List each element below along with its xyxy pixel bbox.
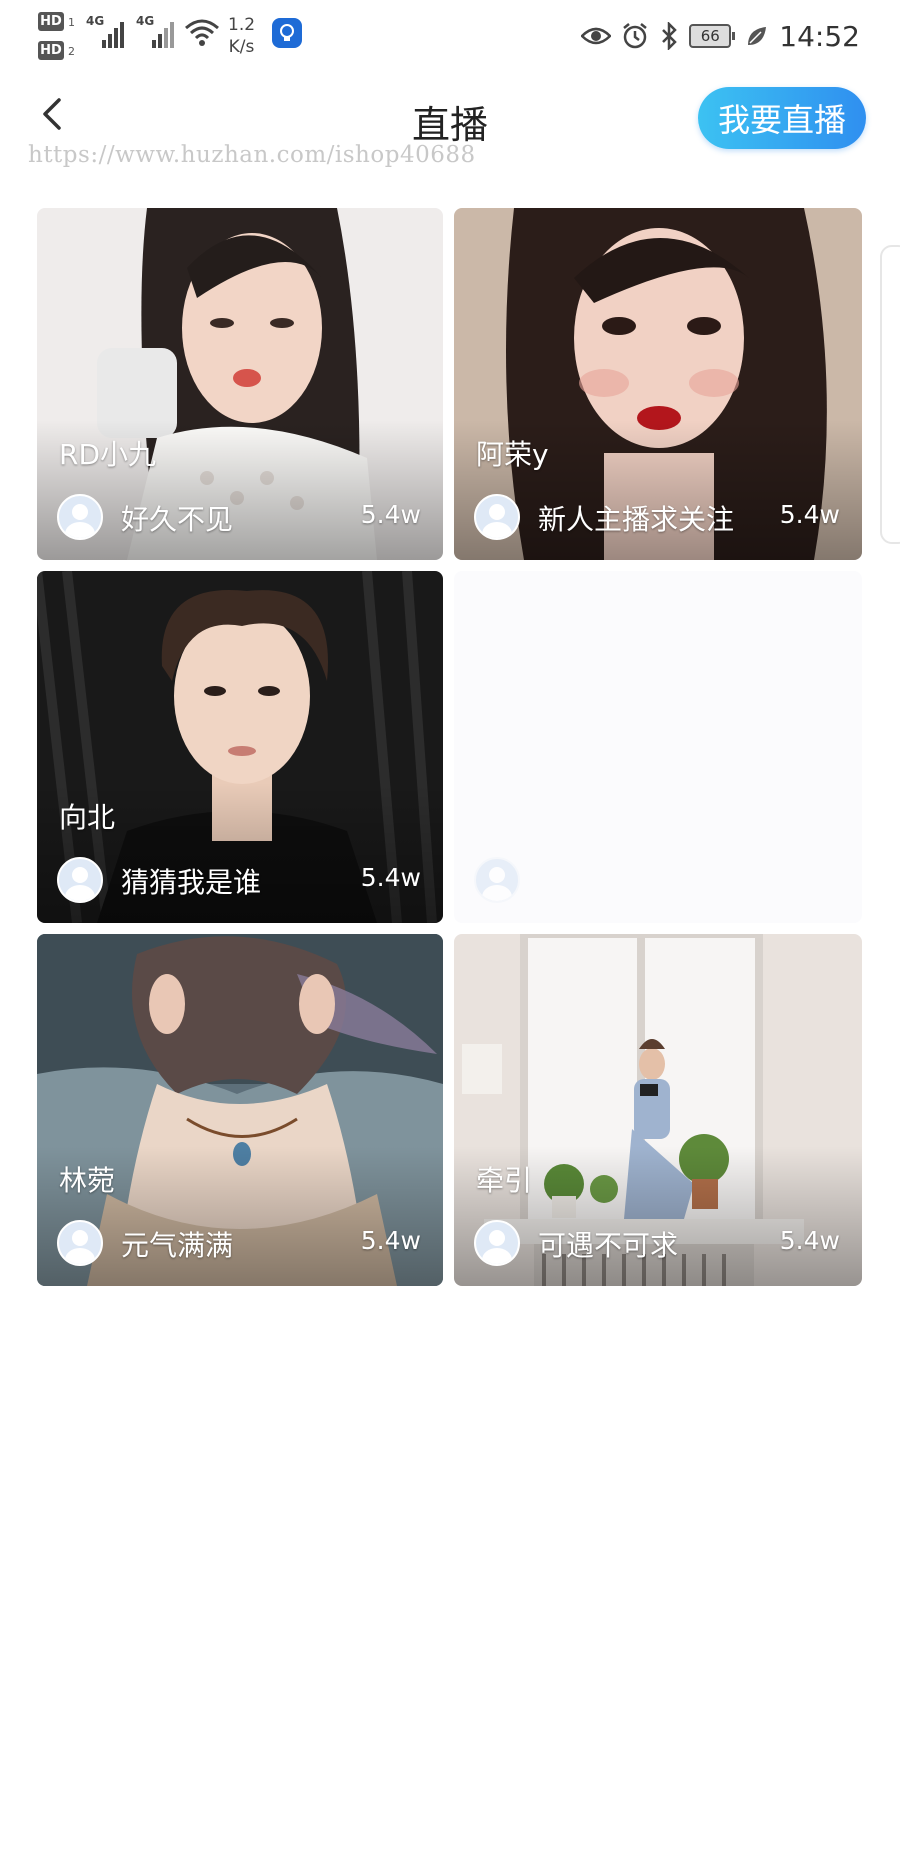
live-room-card[interactable]: 阿荣y 新人主播求关注 5.4w (454, 208, 862, 560)
nav-header: 直播 https://www.huzhan.com/ishop40688 我要直… (0, 72, 900, 182)
network-speed: 1.2 K/s (228, 14, 255, 58)
avatar (57, 857, 103, 903)
network-speed-value: 1.2 (228, 15, 256, 35)
leaf-icon (748, 27, 767, 45)
network-speed-unit: K/s (228, 37, 255, 57)
signal-icon: 4G (136, 14, 180, 48)
room-description: 好久不见 (121, 503, 234, 536)
clock: 14:52 (779, 19, 860, 53)
room-host-name: 向北 (59, 801, 116, 834)
status-bar: HD 1 HD 2 4G 4G 1.2 K/s 66 14:52 (0, 0, 900, 72)
hd-sim-1: 1 (68, 16, 75, 29)
room-description: 元气满满 (121, 1229, 234, 1262)
room-host-name: 阿荣y (476, 438, 549, 471)
avatar (57, 494, 103, 540)
avatar (474, 857, 520, 903)
live-room-card[interactable] (454, 571, 862, 923)
battery-icon: 66 (689, 24, 736, 48)
live-room-card[interactable]: 林菀 元气满满 5.4w (37, 934, 443, 1286)
hd-sim-2: 2 (68, 45, 75, 58)
viewer-count: 5.4w (360, 500, 421, 529)
eye-icon (581, 27, 612, 45)
network-type-1: 4G (86, 14, 105, 28)
viewer-count: 5.4w (360, 863, 421, 892)
room-host-name: RD小九 (59, 438, 157, 471)
viewer-count: 5.4w (360, 1226, 421, 1255)
viewer-count: 5.4w (779, 1226, 840, 1255)
hd-badge-2: HD (38, 41, 64, 60)
room-description: 新人主播求关注 (538, 503, 735, 536)
room-description: 可遇不可求 (538, 1229, 679, 1262)
app-notification-icon (272, 18, 302, 48)
room-description: 猜猜我是谁 (121, 866, 262, 899)
wifi-icon (185, 19, 219, 46)
room-host-name: 牵引 (476, 1164, 533, 1197)
network-type-2: 4G (136, 14, 155, 28)
status-right: 66 14:52 (581, 16, 860, 56)
avatar (474, 494, 520, 540)
live-room-card[interactable]: RD小九 好久不见 5.4w (37, 208, 443, 560)
live-room-card[interactable]: 牵引 可遇不可求 5.4w (454, 934, 862, 1286)
go-live-button[interactable]: 我要直播 (698, 87, 866, 149)
room-host-name: 林菀 (59, 1164, 116, 1197)
watermark-text: https://www.huzhan.com/ishop40688 (28, 142, 476, 168)
avatar (474, 1220, 520, 1266)
signal-icon: 4G (86, 14, 130, 48)
alarm-icon (623, 23, 648, 49)
live-room-card[interactable]: 向北 猜猜我是谁 5.4w (37, 571, 443, 923)
side-tab[interactable] (880, 245, 900, 544)
bluetooth-icon (662, 22, 678, 50)
hd-badge-1: HD (38, 12, 64, 31)
avatar (57, 1220, 103, 1266)
viewer-count: 5.4w (779, 500, 840, 529)
